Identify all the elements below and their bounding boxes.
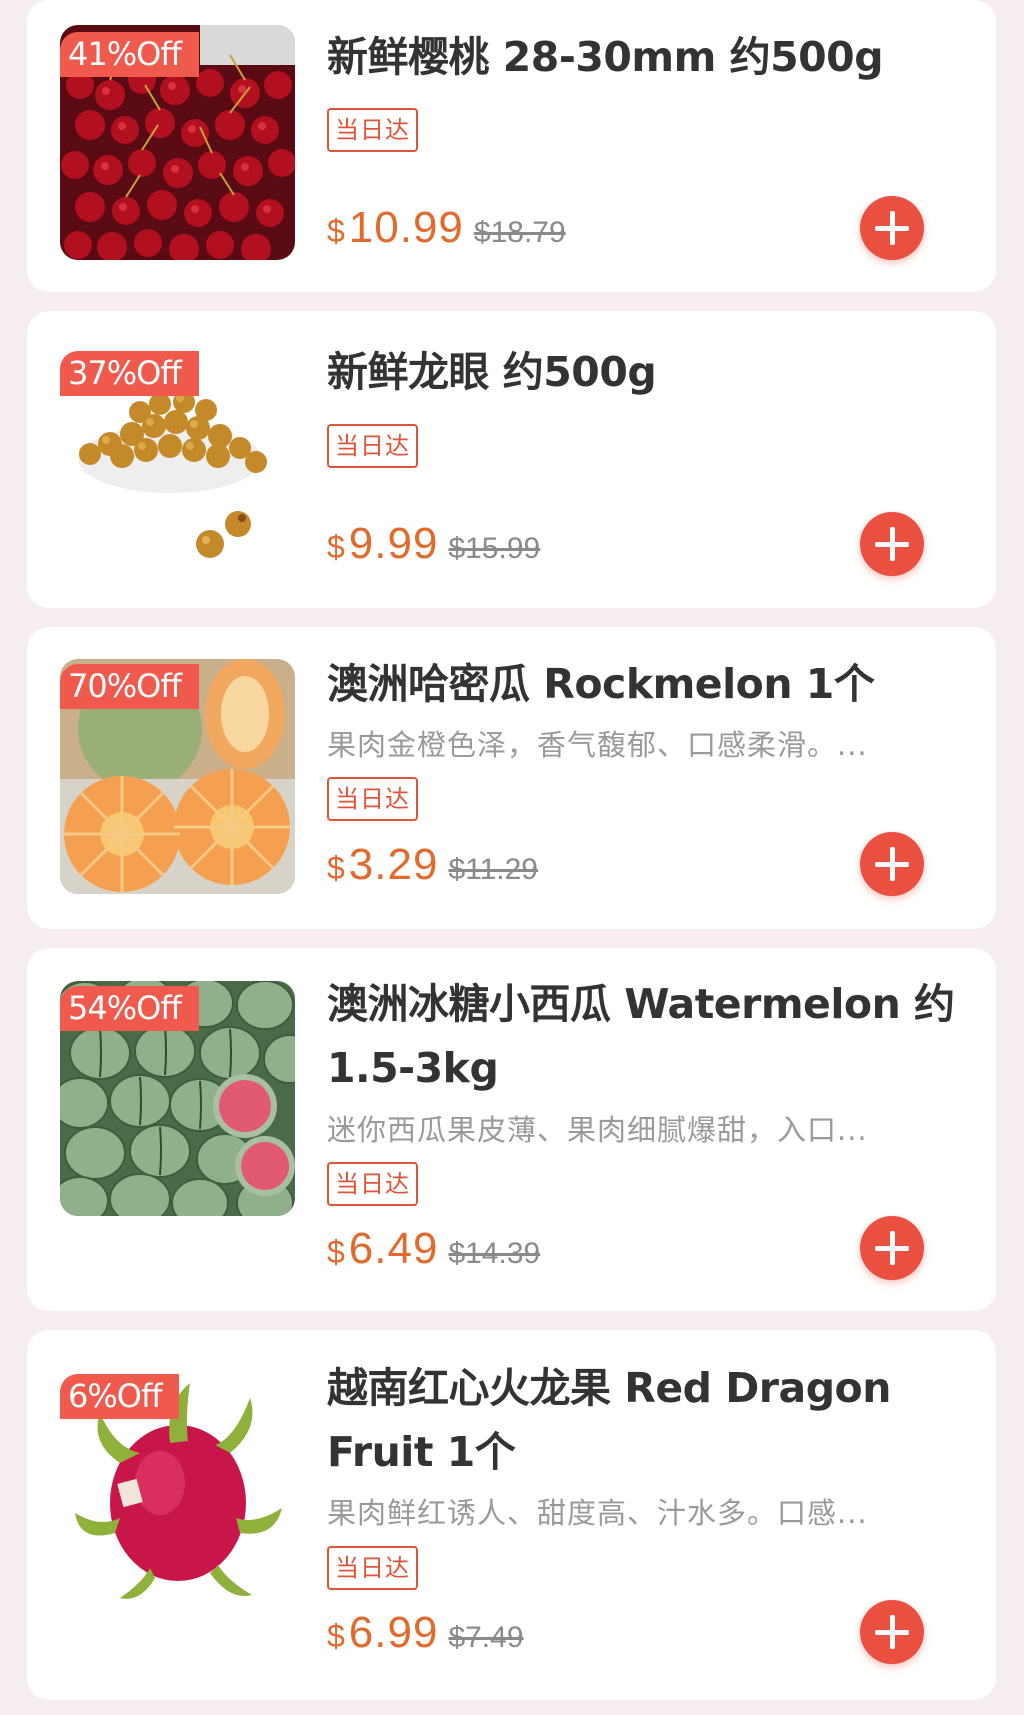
add-to-cart-button[interactable] — [860, 1216, 924, 1280]
same-day-tag: 当日达 — [327, 777, 418, 821]
original-price: $11.29 — [448, 853, 538, 886]
product-description: 果肉鲜红诱人、甜度高、汁水多。口感... — [327, 1496, 868, 1530]
product-card[interactable]: 6%Off 越南红心火龙果 Red Dragon Fruit 1个 果肉鲜红诱人… — [27, 1330, 996, 1700]
product-description: 果肉金橙色泽，香气馥郁、口感柔滑。... — [327, 728, 868, 762]
sale-price: 10.99 — [348, 203, 464, 252]
product-card[interactable]: 70%Off 澳洲哈密瓜 Rockmelon 1个 果肉金橙色泽，香气馥郁、口感… — [27, 627, 996, 929]
product-title[interactable]: 新鲜龙眼 约500g — [327, 340, 957, 404]
discount-badge: 41%Off — [60, 32, 199, 77]
product-card[interactable]: 37%Off 新鲜龙眼 约500g 当日达 $ 9.99 $15.99 — [27, 311, 996, 608]
plus-icon — [875, 211, 909, 245]
plus-icon — [875, 1615, 909, 1649]
product-card[interactable]: 54%Off 澳洲冰糖小西瓜 Watermelon 约1.5-3kg 迷你西瓜果… — [27, 948, 996, 1311]
add-to-cart-button[interactable] — [860, 1600, 924, 1664]
sale-price: 9.99 — [348, 519, 439, 568]
original-price: $14.39 — [448, 1237, 541, 1270]
currency-symbol: $ — [327, 213, 345, 249]
currency-symbol: $ — [327, 529, 345, 565]
price-row: $ 6.49 $14.39 — [327, 1224, 540, 1280]
price-row: $ 3.29 $11.29 — [327, 840, 538, 896]
price-row: $ 10.99 $18.79 — [327, 203, 566, 259]
discount-badge: 6%Off — [60, 1374, 180, 1419]
currency-symbol: $ — [327, 1618, 345, 1654]
same-day-tag: 当日达 — [327, 1546, 418, 1590]
currency-symbol: $ — [327, 1234, 345, 1270]
product-title[interactable]: 越南红心火龙果 Red Dragon Fruit 1个 — [327, 1356, 957, 1484]
product-card[interactable]: 41%Off 新鲜樱桃 28-30mm 约500g 当日达 $ 10.99 $1… — [27, 0, 996, 292]
price-row: $ 6.99 $7.49 — [327, 1608, 524, 1664]
original-price: $7.49 — [448, 1621, 524, 1654]
same-day-tag: 当日达 — [327, 108, 418, 152]
add-to-cart-button[interactable] — [860, 196, 924, 260]
product-description: 迷你西瓜果皮薄、果肉细腻爆甜，入口... — [327, 1113, 868, 1147]
discount-badge: 37%Off — [60, 351, 199, 396]
product-title[interactable]: 澳洲冰糖小西瓜 Watermelon 约1.5-3kg — [327, 972, 957, 1100]
price-row: $ 9.99 $15.99 — [327, 519, 540, 575]
add-to-cart-button[interactable] — [860, 512, 924, 576]
product-title[interactable]: 新鲜樱桃 28-30mm 约500g — [327, 25, 957, 89]
same-day-tag: 当日达 — [327, 424, 418, 468]
sale-price: 6.99 — [348, 1608, 439, 1657]
sale-price: 6.49 — [348, 1224, 439, 1273]
same-day-tag: 当日达 — [327, 1162, 418, 1206]
plus-icon — [875, 1231, 909, 1265]
original-price: $15.99 — [448, 532, 541, 565]
product-title[interactable]: 澳洲哈密瓜 Rockmelon 1个 — [327, 652, 957, 716]
discount-badge: 54%Off — [60, 986, 199, 1031]
currency-symbol: $ — [327, 850, 345, 886]
add-to-cart-button[interactable] — [860, 832, 924, 896]
sale-price: 3.29 — [348, 840, 439, 889]
plus-icon — [875, 847, 909, 881]
plus-icon — [875, 527, 909, 561]
discount-badge: 70%Off — [60, 664, 199, 709]
original-price: $18.79 — [473, 216, 566, 249]
